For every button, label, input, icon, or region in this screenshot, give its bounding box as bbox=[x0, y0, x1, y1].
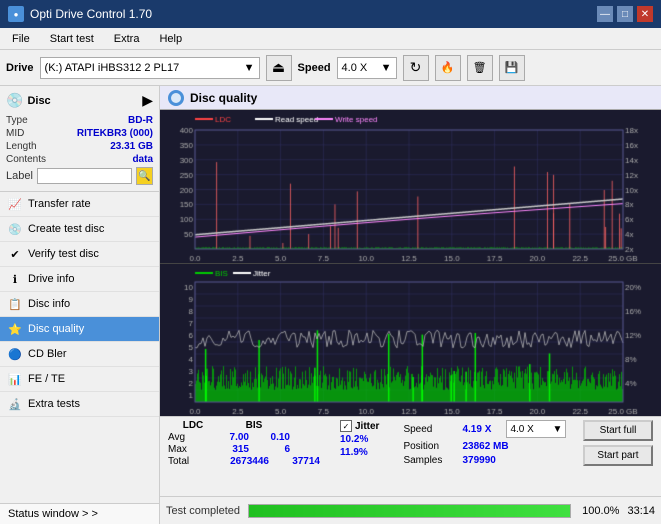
menu-start-test[interactable]: Start test bbox=[42, 31, 102, 47]
save-button[interactable]: 💾 bbox=[499, 55, 525, 81]
eject-button[interactable]: ⏏ bbox=[266, 55, 292, 81]
sidebar-item-cd-bler[interactable]: 🔵 CD Bler bbox=[0, 342, 159, 367]
action-buttons: Start full Start part bbox=[583, 420, 653, 466]
max-bis-value: 6 bbox=[265, 444, 290, 455]
progress-bar-fill bbox=[249, 505, 570, 517]
disc-panel: 💿 Disc ▶ Type BD-R MID RITEKBR3 (000) Le… bbox=[0, 86, 159, 192]
ldc-chart-canvas bbox=[160, 110, 661, 263]
avg-jitter-value: 10.2% bbox=[340, 434, 379, 445]
disc-length-value: 23.31 GB bbox=[110, 141, 153, 152]
max-jitter-value: 11.9% bbox=[340, 447, 379, 458]
progress-section: Test completed 100.0% 33:14 bbox=[160, 496, 661, 524]
extra-tests-icon: 🔬 bbox=[8, 397, 22, 411]
position-label: Position bbox=[403, 441, 458, 452]
speed-select[interactable]: 4.0 X ▼ bbox=[337, 57, 397, 79]
chart-bis bbox=[160, 264, 661, 416]
disc-contents-label: Contents bbox=[6, 154, 46, 165]
chart-ldc bbox=[160, 110, 661, 264]
fe-te-icon: 📊 bbox=[8, 372, 22, 386]
disc-icon: 💿 bbox=[6, 92, 23, 109]
disc-quality-header-icon bbox=[168, 90, 184, 106]
create-test-disc-icon: 💿 bbox=[8, 222, 22, 236]
drive-select[interactable]: (K:) ATAPI iHBS312 2 PL17 ▼ bbox=[40, 57, 260, 79]
start-part-button[interactable]: Start part bbox=[583, 445, 653, 466]
disc-contents-value: data bbox=[132, 154, 153, 165]
disc-label-label: Label bbox=[6, 170, 33, 182]
sidebar-item-disc-info[interactable]: 📋 Disc info bbox=[0, 292, 159, 317]
transfer-rate-icon: 📈 bbox=[8, 197, 22, 211]
total-bis-value: 37714 bbox=[285, 456, 320, 467]
stats-bar: LDC BIS Avg 7.00 0.10 Max 315 6 Total 26… bbox=[160, 416, 661, 496]
app-icon: ● bbox=[8, 6, 24, 22]
speed-label: Speed bbox=[298, 62, 331, 74]
verify-test-disc-icon: ✔ bbox=[8, 247, 22, 261]
disc-mid-label: MID bbox=[6, 128, 24, 139]
speed-stat-label: Speed bbox=[403, 424, 458, 435]
progress-percent: 100.0% bbox=[579, 505, 619, 517]
position-value: 23862 MB bbox=[462, 441, 508, 452]
charts-area bbox=[160, 110, 661, 416]
sidebar-item-create-test-disc[interactable]: 💿 Create test disc bbox=[0, 217, 159, 242]
refresh-button[interactable]: ↻ bbox=[403, 55, 429, 81]
disc-type-label: Type bbox=[6, 115, 28, 126]
cd-bler-icon: 🔵 bbox=[8, 347, 22, 361]
sidebar-item-verify-test-disc[interactable]: ✔ Verify test disc bbox=[0, 242, 159, 267]
disc-info-icon: 📋 bbox=[8, 297, 22, 311]
sidebar-item-drive-info[interactable]: ℹ Drive info bbox=[0, 267, 159, 292]
disc-label-icon[interactable]: 🔍 bbox=[136, 167, 153, 185]
sidebar-item-fe-te[interactable]: 📊 FE / TE bbox=[0, 367, 159, 392]
disc-label-input[interactable] bbox=[37, 168, 132, 184]
menu-extra[interactable]: Extra bbox=[106, 31, 148, 47]
drive-info-icon: ℹ bbox=[8, 272, 22, 286]
disc-quality-title: Disc quality bbox=[190, 91, 257, 105]
jitter-checkbox[interactable]: ✓ bbox=[340, 420, 352, 432]
disc-panel-title: Disc bbox=[27, 95, 50, 107]
disc-expand-icon[interactable]: ▶ bbox=[142, 92, 153, 109]
burn-button[interactable]: 🔥 bbox=[435, 55, 461, 81]
total-label: Total bbox=[168, 456, 198, 467]
start-full-button[interactable]: Start full bbox=[583, 420, 653, 441]
nav-items: 📈 Transfer rate 💿 Create test disc ✔ Ver… bbox=[0, 192, 159, 503]
menu-bar: File Start test Extra Help bbox=[0, 28, 661, 50]
ldc-header: LDC bbox=[168, 420, 218, 431]
sidebar-item-transfer-rate[interactable]: 📈 Transfer rate bbox=[0, 192, 159, 217]
avg-ldc-value: 7.00 bbox=[214, 432, 249, 443]
drive-label: Drive bbox=[6, 62, 34, 74]
total-ldc-value: 2673446 bbox=[214, 456, 269, 467]
erase-button[interactable]: 🗑 bbox=[467, 55, 493, 81]
disc-type-value: BD-R bbox=[128, 115, 153, 126]
avg-label: Avg bbox=[168, 432, 198, 443]
max-label: Max bbox=[168, 444, 198, 455]
disc-mid-value: RITEKBR3 (000) bbox=[77, 128, 153, 139]
bis-header: BIS bbox=[234, 420, 274, 431]
progress-bar bbox=[248, 504, 571, 518]
samples-value: 379990 bbox=[462, 455, 495, 466]
completed-text: Test completed bbox=[166, 505, 240, 517]
close-button[interactable]: ✕ bbox=[637, 6, 653, 22]
samples-label: Samples bbox=[403, 455, 458, 466]
speed-stat-combo[interactable]: 4.0 X ▼ bbox=[506, 420, 566, 438]
content-area: Disc quality LDC BIS Avg bbox=[160, 86, 661, 524]
disc-quality-icon: ⭐ bbox=[8, 322, 22, 336]
bis-chart-canvas bbox=[160, 264, 661, 416]
jitter-label: Jitter bbox=[355, 421, 379, 432]
sidebar: 💿 Disc ▶ Type BD-R MID RITEKBR3 (000) Le… bbox=[0, 86, 160, 524]
toolbar: Drive (K:) ATAPI iHBS312 2 PL17 ▼ ⏏ Spee… bbox=[0, 50, 661, 86]
menu-help[interactable]: Help bbox=[151, 31, 190, 47]
maximize-button[interactable]: □ bbox=[617, 6, 633, 22]
speed-stat-value: 4.19 X bbox=[462, 424, 502, 435]
disc-length-label: Length bbox=[6, 141, 37, 152]
minimize-button[interactable]: — bbox=[597, 6, 613, 22]
progress-time: 33:14 bbox=[627, 505, 655, 517]
menu-file[interactable]: File bbox=[4, 31, 38, 47]
avg-bis-value: 0.10 bbox=[265, 432, 290, 443]
app-title: Opti Drive Control 1.70 bbox=[30, 7, 152, 21]
status-window-label: Status window > > bbox=[8, 508, 98, 520]
title-bar: ● Opti Drive Control 1.70 — □ ✕ bbox=[0, 0, 661, 28]
sidebar-item-disc-quality[interactable]: ⭐ Disc quality bbox=[0, 317, 159, 342]
status-window-button[interactable]: Status window > > bbox=[0, 503, 159, 524]
sidebar-item-extra-tests[interactable]: 🔬 Extra tests bbox=[0, 392, 159, 417]
disc-quality-header: Disc quality bbox=[160, 86, 661, 110]
max-ldc-value: 315 bbox=[214, 444, 249, 455]
